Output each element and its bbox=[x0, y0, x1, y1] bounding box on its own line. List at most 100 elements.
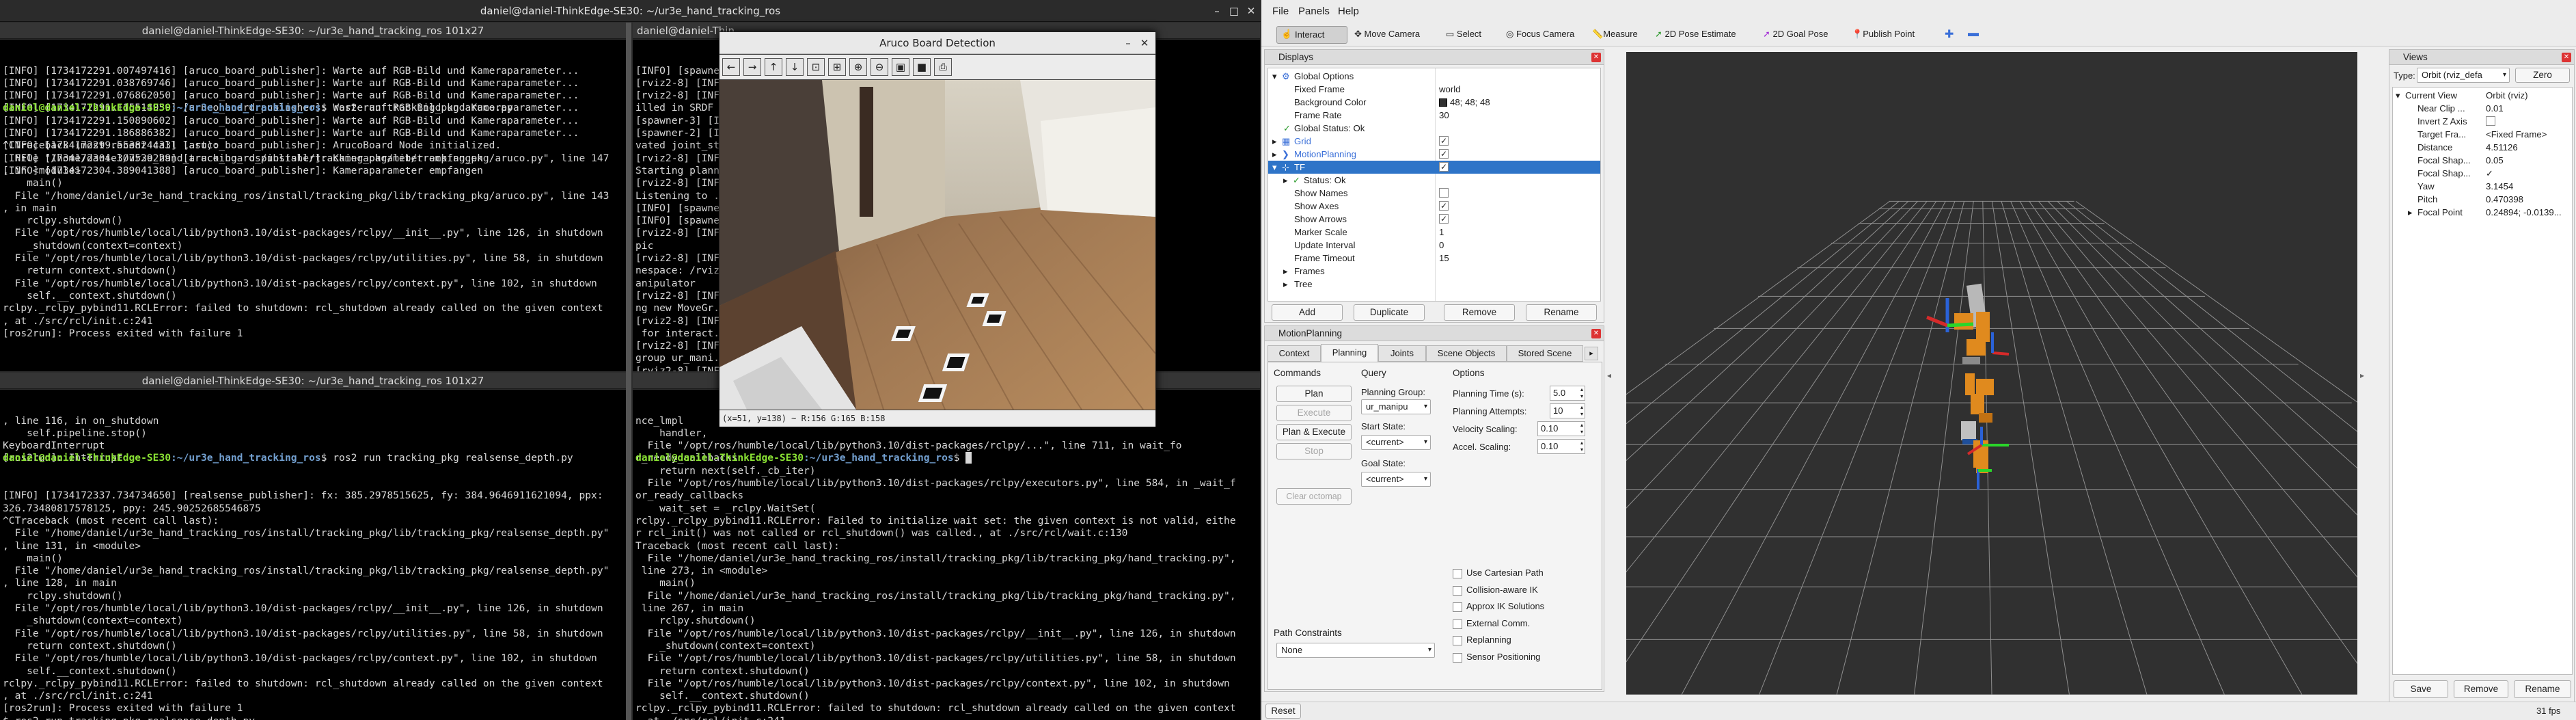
prop-value[interactable]: 0 bbox=[1439, 239, 1444, 252]
clear-octomap-button[interactable]: Clear octomap bbox=[1276, 488, 1352, 505]
motionplanning-enabled-checkbox[interactable]: ✓ bbox=[1439, 149, 1449, 159]
accel-scaling-spin[interactable]: 0.10 ▴ ▾ bbox=[1537, 439, 1585, 454]
close-icon[interactable]: ✕ bbox=[1138, 36, 1151, 50]
camera-image[interactable] bbox=[720, 80, 1155, 410]
close-icon[interactable]: ✕ bbox=[1244, 4, 1259, 18]
fullscreen-icon[interactable]: ■ bbox=[913, 58, 931, 76]
menu-help[interactable]: Help bbox=[1338, 5, 1359, 17]
displays-tree[interactable]: ▾ ⚙ Global Options Fixed Frame world Bac… bbox=[1268, 68, 1601, 302]
duplicate-display-button[interactable]: Duplicate bbox=[1354, 304, 1425, 321]
tab-scene-objects[interactable]: Scene Objects bbox=[1426, 345, 1507, 362]
tab-stored-scene[interactable]: Stored Scene bbox=[1507, 345, 1583, 362]
tree-expander-icon[interactable]: ▸ bbox=[1283, 265, 1288, 278]
rviz-window[interactable]: File Panels Help ☝ Interact ✥ Move Camera… bbox=[1261, 0, 2576, 720]
pane-divider[interactable] bbox=[626, 23, 631, 720]
add-tool-icon[interactable]: ✚ bbox=[1945, 27, 1954, 41]
tool-move-camera[interactable]: ✥ Move Camera bbox=[1354, 29, 1420, 40]
selected-row[interactable] bbox=[1268, 161, 1600, 174]
path-constraints-select[interactable]: None ▾ bbox=[1276, 643, 1435, 658]
tab-context[interactable]: Context bbox=[1268, 345, 1321, 362]
tree-expander-icon[interactable]: ▸ bbox=[1283, 174, 1288, 187]
rename-display-button[interactable]: Rename bbox=[1526, 304, 1597, 321]
maximize-icon[interactable]: □ bbox=[1227, 4, 1242, 18]
terminal-output[interactable]: [INFO] [1734172291.007497416] [aruco_boa… bbox=[0, 40, 626, 371]
tab-planning[interactable]: Planning bbox=[1321, 344, 1378, 362]
view-prop-value[interactable]: ✓ bbox=[2486, 167, 2493, 180]
remove-display-button[interactable]: Remove bbox=[1444, 304, 1515, 321]
view-prop-value[interactable]: 0.470398 bbox=[2486, 193, 2523, 206]
zoom-fit-icon[interactable]: ⊡ bbox=[807, 58, 825, 76]
tree-expander-icon[interactable]: ▸ bbox=[2408, 206, 2413, 219]
zoom-reset-icon[interactable]: ▣ bbox=[892, 58, 909, 76]
zoom-box-icon[interactable]: ⊞ bbox=[828, 58, 846, 76]
forward-arrow-icon[interactable]: → bbox=[743, 58, 761, 76]
tree-expander-icon[interactable]: ▾ bbox=[1272, 70, 1277, 83]
view-prop-value[interactable]: 0.24894; -0.0139... bbox=[2486, 206, 2562, 219]
show-arrows-checkbox[interactable]: ✓ bbox=[1439, 214, 1449, 224]
prop-value[interactable]: 48; 48; 48 bbox=[1450, 96, 1490, 109]
option-checkbox[interactable] bbox=[1453, 652, 1462, 663]
close-icon[interactable]: ✕ bbox=[1591, 53, 1601, 62]
tree-expander-icon[interactable]: ▾ bbox=[1272, 161, 1277, 174]
left-dock-splitter[interactable]: ◂ bbox=[1607, 49, 1614, 699]
reset-button[interactable]: Reset bbox=[1265, 704, 1301, 719]
close-icon[interactable]: ✕ bbox=[1591, 329, 1601, 338]
view-type-select[interactable]: Orbit (rviz_defa ▾ bbox=[2417, 68, 2510, 83]
plan-button[interactable]: Plan bbox=[1276, 386, 1352, 402]
rename-view-button[interactable]: Rename bbox=[2514, 680, 2571, 698]
terminal-output[interactable]: , line 116, in on_shutdown self.pipeline… bbox=[0, 390, 626, 720]
terminal-pane-top-left[interactable]: daniel@daniel-ThinkEdge-SE30: ~/ur3e_han… bbox=[0, 23, 626, 371]
tree-expander-icon[interactable]: ▸ bbox=[1283, 278, 1288, 291]
tool-measure[interactable]: 📏Measure bbox=[1592, 29, 1638, 40]
menu-panels[interactable]: Panels bbox=[1298, 5, 1330, 17]
up-arrow-icon[interactable]: ↑ bbox=[765, 58, 782, 76]
prop-value[interactable]: 30 bbox=[1439, 109, 1449, 122]
view-prop-value[interactable]: 4.51126 bbox=[2486, 141, 2518, 154]
display-grid[interactable]: Grid bbox=[1294, 135, 1311, 148]
minimize-icon[interactable]: – bbox=[1209, 4, 1224, 18]
tab-joints[interactable]: Joints bbox=[1378, 345, 1426, 362]
tab-scroll-right-icon[interactable]: ▸ bbox=[1585, 347, 1598, 360]
show-axes-checkbox[interactable]: ✓ bbox=[1439, 201, 1449, 211]
terminal-output[interactable]: nce_lmpl handler, File "/opt/ros/humble/… bbox=[633, 390, 1260, 720]
menu-file[interactable]: File bbox=[1272, 5, 1289, 17]
planning-group-select[interactable]: ur_manipu ▾ bbox=[1361, 399, 1431, 414]
prop-value[interactable]: 1 bbox=[1439, 226, 1444, 239]
view-prop-value[interactable]: 0.01 bbox=[2486, 102, 2504, 115]
tf-enabled-checkbox[interactable]: ✓ bbox=[1439, 162, 1449, 172]
aruco-window[interactable]: Aruco Board Detection ✕ – ← → ↑ ↓ ⊡ ⊞ ⊕ … bbox=[719, 31, 1156, 427]
prop-value[interactable]: world bbox=[1439, 83, 1461, 96]
remove-tool-icon[interactable]: ▬ bbox=[1968, 27, 1979, 40]
tool-focus-camera[interactable]: ◎ Focus Camera bbox=[1506, 29, 1574, 40]
add-display-button[interactable]: Add bbox=[1272, 304, 1343, 321]
tool-2d-pose-estimate[interactable]: ➚ 2D Pose Estimate bbox=[1655, 29, 1736, 40]
save-view-button[interactable]: Save bbox=[2394, 680, 2448, 698]
option-checkbox[interactable] bbox=[1453, 585, 1462, 596]
tree-expander-icon[interactable]: ▸ bbox=[1272, 148, 1277, 161]
tool-select[interactable]: ▭ Select bbox=[1446, 29, 1481, 40]
zero-button[interactable]: Zero bbox=[2515, 68, 2570, 83]
right-dock-splitter[interactable]: ▸ bbox=[2360, 49, 2367, 699]
option-checkbox[interactable] bbox=[1453, 636, 1462, 645]
view-prop-value[interactable]: 0.05 bbox=[2486, 154, 2504, 167]
color-swatch[interactable] bbox=[1439, 98, 1447, 107]
option-checkbox[interactable] bbox=[1453, 602, 1462, 612]
3d-render-view[interactable] bbox=[1626, 52, 2357, 695]
tf-frames[interactable]: Frames bbox=[1294, 265, 1325, 278]
stop-button[interactable]: Stop bbox=[1276, 443, 1352, 459]
collapse-right-icon[interactable]: ▸ bbox=[2360, 371, 2364, 380]
start-state-select[interactable]: <current> ▾ bbox=[1361, 435, 1431, 450]
velocity-scaling-spin[interactable]: 0.10 ▴ ▾ bbox=[1537, 421, 1585, 436]
execute-button[interactable]: Execute bbox=[1276, 405, 1352, 421]
tool-2d-goal-pose[interactable]: ➚ 2D Goal Pose bbox=[1763, 29, 1828, 40]
tool-publish-point[interactable]: 📍Publish Point bbox=[1852, 29, 1915, 40]
tf-tree[interactable]: Tree bbox=[1294, 278, 1313, 291]
tool-interact[interactable]: ☝ Interact bbox=[1276, 26, 1347, 44]
display-motionplanning[interactable]: MotionPlanning bbox=[1294, 148, 1356, 161]
minimize-icon[interactable]: – bbox=[1121, 36, 1135, 50]
prop-value[interactable]: 15 bbox=[1439, 252, 1449, 265]
option-checkbox[interactable] bbox=[1453, 619, 1462, 629]
goal-state-select[interactable]: <current> ▾ bbox=[1361, 472, 1431, 487]
zoom-out-icon[interactable]: ⊖ bbox=[871, 58, 888, 76]
grid-enabled-checkbox[interactable]: ✓ bbox=[1439, 136, 1449, 146]
